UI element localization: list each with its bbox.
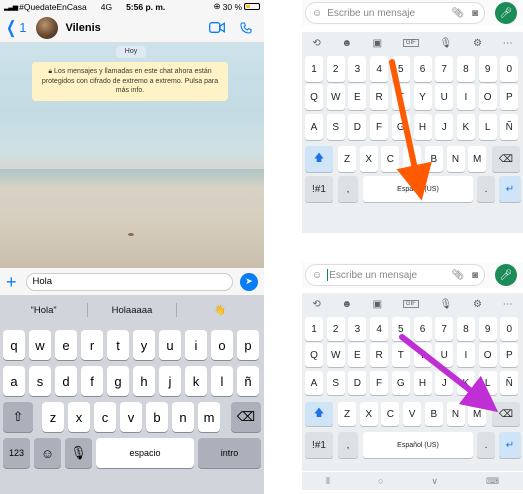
annotation-arrow-purple: [399, 334, 499, 413]
annotation-arrow-orange: [389, 59, 432, 201]
annotation-layer: [389, 59, 499, 413]
